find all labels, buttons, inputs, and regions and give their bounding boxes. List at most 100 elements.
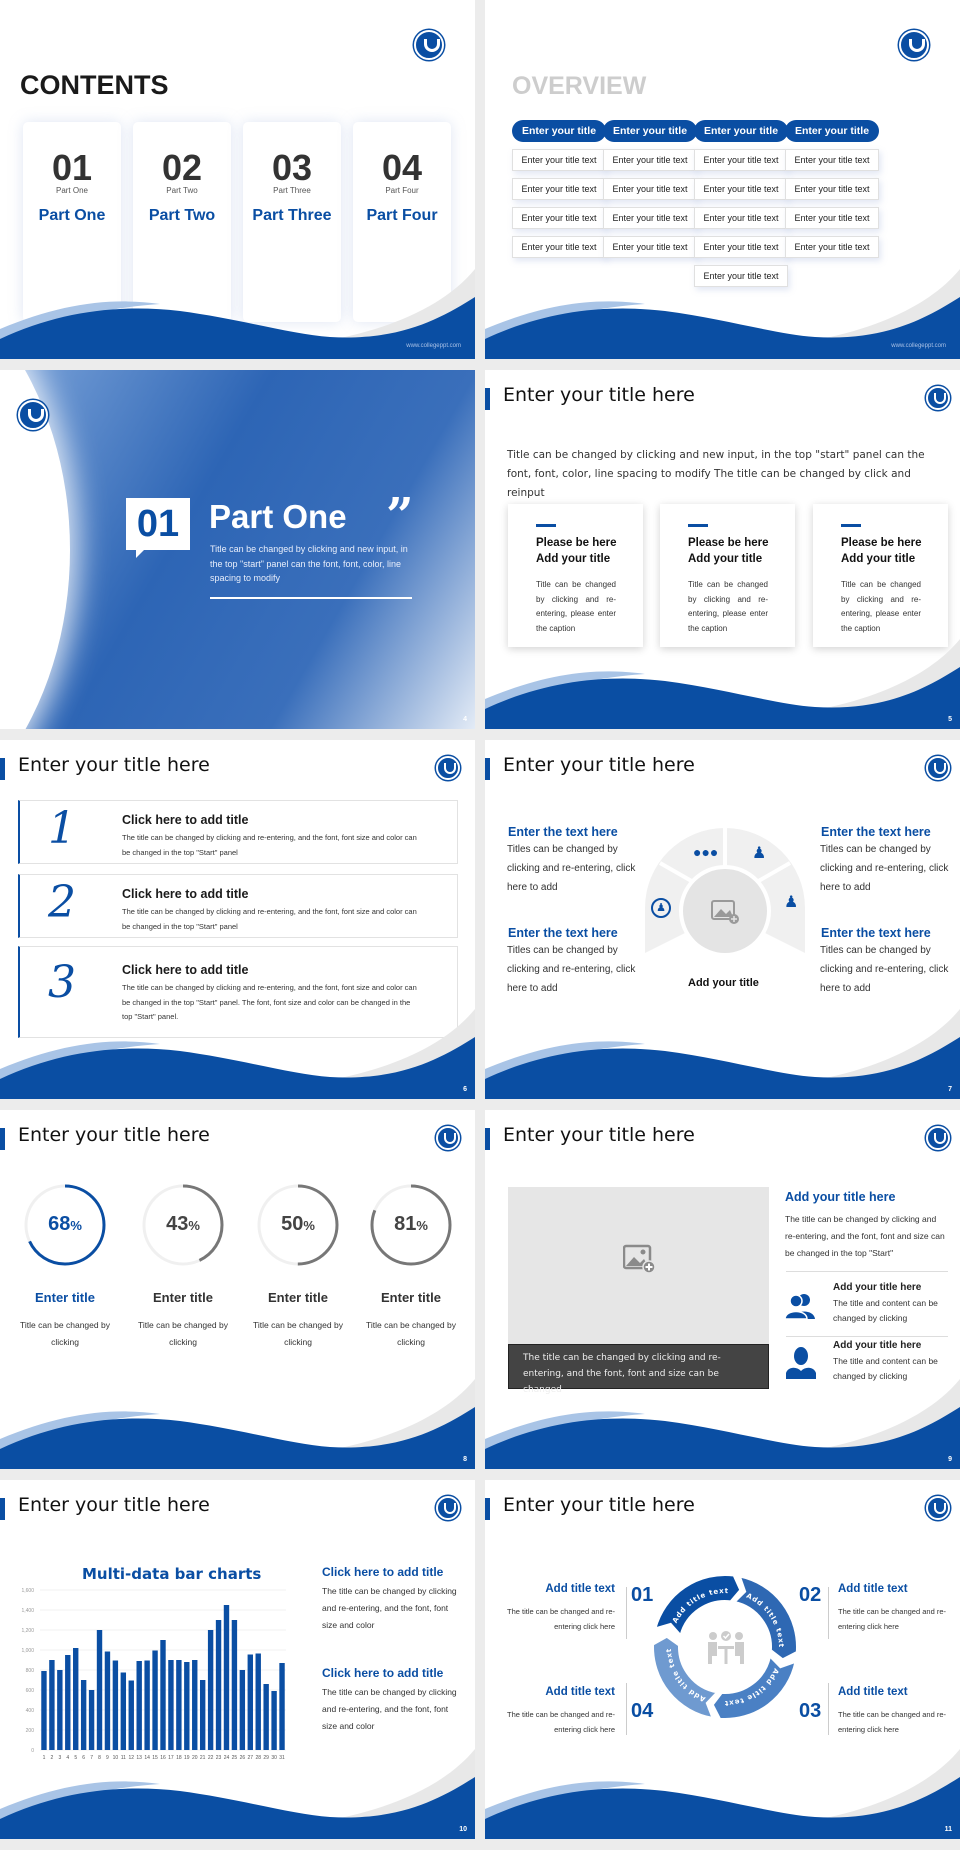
block-heading: Enter the text here <box>821 926 931 940</box>
section-title: Part One <box>209 498 347 535</box>
item-desc: The title and content can be changed by … <box>833 1298 938 1323</box>
column-item[interactable]: Enter your title text <box>512 207 606 229</box>
image-placeholder[interactable] <box>508 1187 769 1344</box>
page-number: 11 <box>944 1826 952 1833</box>
footer-wave <box>485 1359 960 1469</box>
title-accent-bar <box>485 1128 490 1150</box>
y-tick-label: 1,000 <box>21 1648 34 1654</box>
y-tick-label: 400 <box>26 1708 35 1714</box>
card-title: Please be here Add your title <box>536 537 617 565</box>
column-item[interactable]: Enter your title text <box>694 178 788 200</box>
y-tick-label: 1,400 <box>21 1608 34 1614</box>
university-logo <box>899 30 929 60</box>
title-accent-bar <box>485 1498 490 1520</box>
slide-contents[interactable]: CONTENTS 01 Part One Part One 02 Part Tw… <box>0 0 475 359</box>
side-heading: Click here to add title <box>322 1565 444 1579</box>
column-item[interactable]: Enter your title text <box>785 149 879 171</box>
column-item[interactable]: Enter your title text <box>785 178 879 200</box>
group-icon <box>785 1294 815 1319</box>
slide-9[interactable]: Enter your title here The title can be c… <box>485 1110 960 1469</box>
page-number: 5 <box>948 716 952 723</box>
step-desc: The title can be changed and re-entering… <box>507 1607 615 1631</box>
stat-desc: Title can be changed by clicking <box>253 1320 343 1347</box>
side-desc: The title can be changed by clicking and… <box>322 1687 457 1731</box>
row-desc: The title can be changed by clicking and… <box>122 833 417 857</box>
column-item[interactable]: Enter your title text <box>603 178 697 200</box>
column-item[interactable]: Enter your title text <box>694 207 788 229</box>
block-heading: Enter the text here <box>508 825 618 839</box>
slide-overview[interactable]: OVERVIEW Enter your title Enter your titl… <box>485 0 960 359</box>
column-item[interactable]: Enter your title text <box>603 149 697 171</box>
step-divider <box>828 1587 829 1639</box>
overview-column: Enter your title Enter your title text Ent… <box>512 120 606 258</box>
row-title: Click here to add title <box>122 887 249 901</box>
divider <box>786 1271 948 1272</box>
card-number: 01 <box>51 147 93 188</box>
university-logo <box>18 400 48 430</box>
item-title: Add your title here <box>833 1282 922 1293</box>
row-number: 1 <box>48 803 76 854</box>
column-item[interactable]: Enter your title text <box>603 207 697 229</box>
step-heading: Add title text <box>838 1686 908 1698</box>
slide-10[interactable]: Enter your title here Multi-data bar cha… <box>0 1480 475 1839</box>
slide-5[interactable]: Enter your title here Title can be chang… <box>485 370 960 729</box>
card-number: 04 <box>381 147 423 188</box>
quote-mark-icon: ” <box>386 488 414 544</box>
overview-column: Enter your title Enter your title text Ent… <box>603 120 697 258</box>
title-accent-bar <box>485 758 490 780</box>
divider <box>786 1336 948 1337</box>
right-heading: Add your title here <box>785 1190 896 1204</box>
column-item[interactable]: Enter your title text <box>512 149 606 171</box>
card-accent <box>536 524 556 527</box>
page-number: 7 <box>948 1086 952 1093</box>
page-number: 9 <box>948 1456 952 1463</box>
slide-title: Enter your title here <box>503 384 695 406</box>
footer-url: www.collegeppt.com <box>891 343 946 349</box>
card-accent <box>688 524 708 527</box>
footer-wave <box>0 249 475 359</box>
footer-wave <box>485 989 960 1099</box>
column-item[interactable]: Enter your title text <box>785 207 879 229</box>
card-subtitle: Part Two <box>166 186 198 195</box>
step-divider <box>626 1587 627 1639</box>
title-accent-bar <box>0 758 5 780</box>
section-number: 01 <box>126 498 190 558</box>
user-cycle-icon: ♟ <box>651 898 671 918</box>
column-header[interactable]: Enter your title <box>785 120 879 142</box>
university-logo <box>926 756 950 780</box>
slide-11[interactable]: Enter your title here Add title text The… <box>485 1480 960 1839</box>
step-heading: Add title text <box>545 1583 615 1595</box>
right-desc: The title can be changed by clicking and… <box>785 1214 945 1258</box>
block-heading: Enter the text here <box>821 825 931 839</box>
step-divider <box>828 1683 829 1735</box>
card-title: Please be here Add your title <box>688 537 769 565</box>
footer-wave <box>485 619 960 729</box>
slide-6[interactable]: Enter your title here 1 Click here to ad… <box>0 740 475 1099</box>
numbered-row[interactable]: 1 Click here to add title The title can … <box>18 800 458 864</box>
university-logo <box>436 1496 460 1520</box>
column-header[interactable]: Enter your title <box>694 120 788 142</box>
footer-wave <box>0 989 475 1099</box>
card-accent <box>841 524 861 527</box>
slide-8[interactable]: Enter your title here 68% Enter title Titl… <box>0 1110 475 1469</box>
column-header[interactable]: Enter your title <box>512 120 606 142</box>
item-title: Add your title here <box>833 1340 922 1351</box>
university-logo <box>926 386 950 410</box>
numbered-row[interactable]: 2 Click here to add title The title can … <box>18 874 458 938</box>
page-number: 10 <box>459 1826 467 1833</box>
card-label: Part Four <box>366 207 438 224</box>
row-number: 2 <box>48 877 76 928</box>
stat-title: Enter title <box>153 1290 213 1305</box>
title-accent-bar <box>485 388 490 410</box>
stat-desc: Title can be changed by clicking <box>20 1320 110 1347</box>
slide-7[interactable]: Enter your title here Enter the text her… <box>485 740 960 1099</box>
card-subtitle: Part Three <box>273 186 311 195</box>
column-header[interactable]: Enter your title <box>603 120 697 142</box>
slide-title: Enter your title here <box>503 1124 695 1146</box>
column-item[interactable]: Enter your title text <box>694 149 788 171</box>
stat-value: 50% <box>281 1213 315 1235</box>
column-item[interactable]: Enter your title text <box>512 178 606 200</box>
stat-desc: Title can be changed by clicking <box>138 1320 228 1347</box>
title-accent-bar <box>0 1128 5 1150</box>
slide-section-part-one[interactable]: 01 Part One ” Title can be changed by cl… <box>0 370 475 729</box>
